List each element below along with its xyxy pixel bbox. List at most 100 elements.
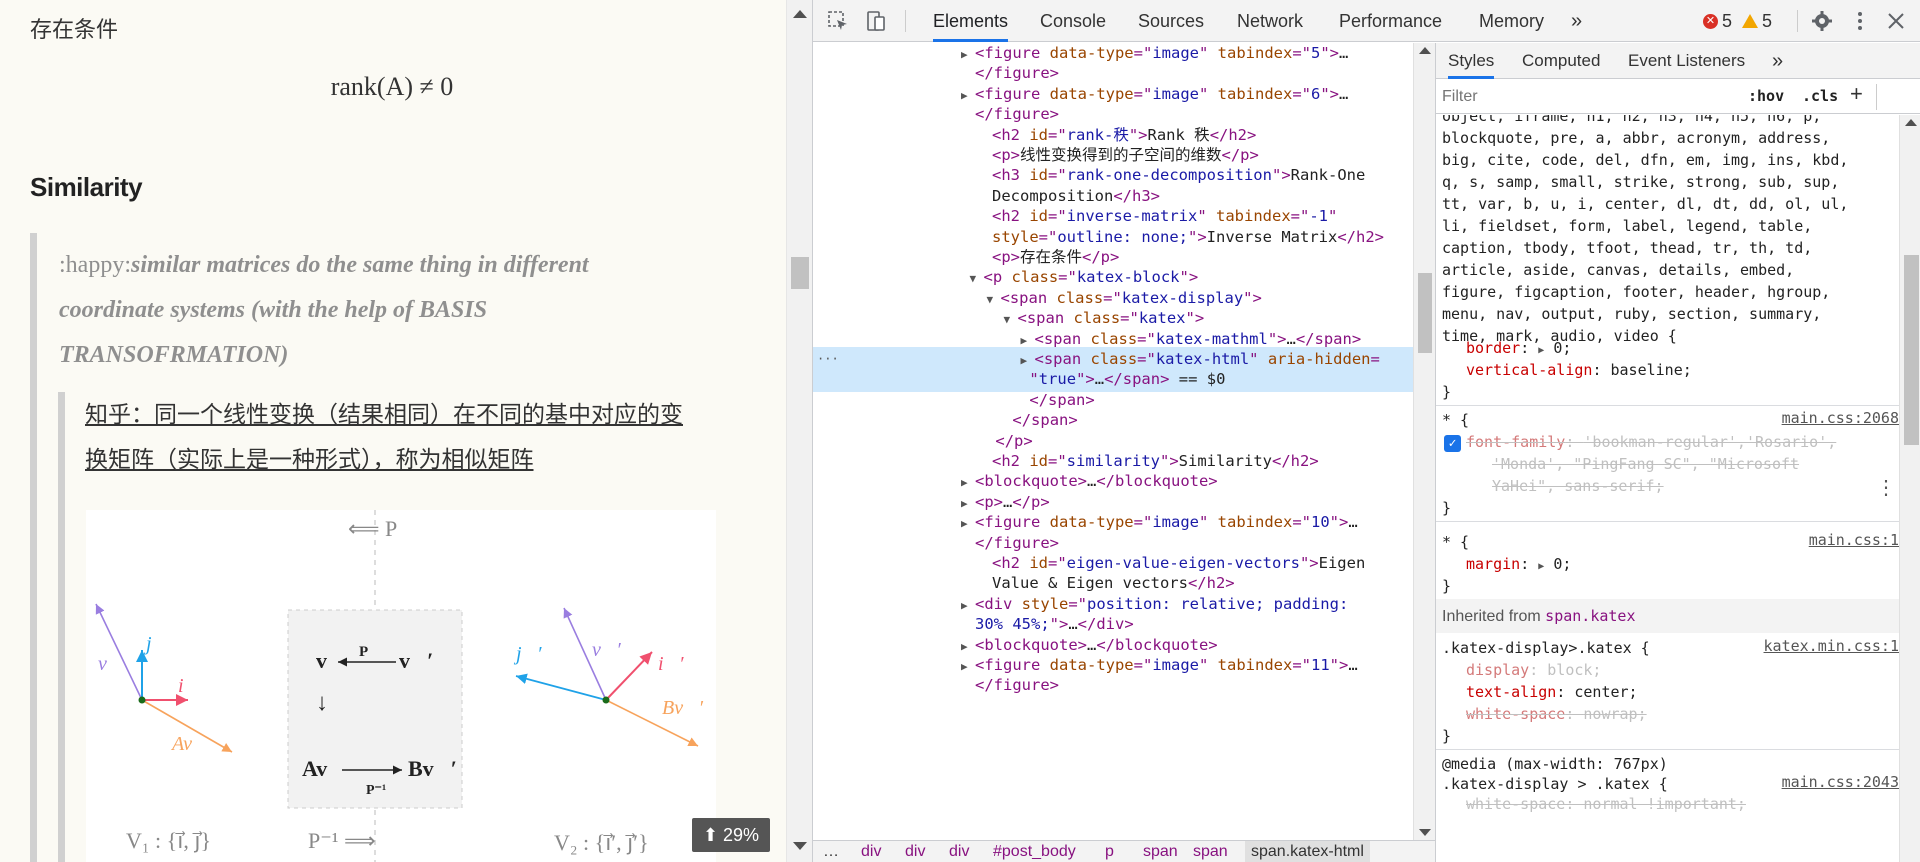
styles-scroll-thumb[interactable] [1904,255,1919,445]
prop-display[interactable]: display: block; [1466,659,1601,681]
tab-computed[interactable]: Computed [1522,43,1600,79]
dom-token-tag: <figure [975,84,1050,103]
source-link-katex[interactable]: katex.min.css:1 [1764,637,1899,655]
dom-token-txt: … [1348,513,1358,532]
styles-filter-input[interactable] [1442,84,1732,110]
page-scroll-thumb[interactable] [791,257,809,289]
scroll-down-arrow-icon[interactable] [1419,829,1431,836]
dom-token-tag: </figure> [975,64,1059,83]
elements-tree[interactable]: ▶ <figure data-type="image" tabindex="5">… [813,43,1413,840]
warning-count: 5 [1762,10,1773,31]
elements-scroll-thumb[interactable] [1418,273,1432,353]
kebab-menu-icon[interactable] [1849,10,1871,32]
breadcrumb-item[interactable]: div [949,841,969,862]
reset-selector-line: li, fieldset, form, label, legend, table… [1442,217,1813,235]
breadcrumb-item[interactable]: #post_body [993,841,1076,862]
tab-event-listeners[interactable]: Event Listeners [1628,43,1745,79]
scroll-percent-button[interactable]: ⬆ 29% [692,818,770,852]
dom-token-tag: </div> [1077,615,1134,634]
prop-text-align[interactable]: text-align: center; [1466,681,1638,703]
dom-token-tag: =" [1137,350,1156,368]
source-link-main-2068[interactable]: main.css:2068 [1782,409,1899,427]
dom-token-tag: =" [1120,309,1139,328]
property-checkbox[interactable]: ✓ [1444,435,1461,452]
reset-selector-line: q, s, samp, small, strike, strong, sub, … [1442,173,1840,191]
dom-token-tag: </blockquote> [1096,472,1218,491]
page-scrollbar[interactable] [786,0,812,862]
dom-token-tag: </span> [1295,329,1362,348]
styles-pane: Styles Computed Event Listeners » :hov .… [1435,43,1920,862]
breadcrumb-item[interactable]: span.katex-html [1245,841,1370,862]
tab-styles[interactable]: Styles [1448,43,1495,79]
prop-white-space-2[interactable]: white-space: normal !important; [1466,793,1746,815]
source-link-main-1[interactable]: main.css:1 [1809,531,1899,549]
close-icon[interactable] [1885,10,1907,32]
prop-border[interactable]: border: ▶ 0; [1466,337,1571,359]
inherited-element-link[interactable]: span.katex [1545,607,1635,625]
inspect-element-icon[interactable] [827,10,849,32]
source-link-main-2043[interactable]: main.css:2043 [1782,773,1899,791]
breadcrumb-item[interactable]: span [1143,841,1178,862]
cls-toggle[interactable]: .cls [1802,87,1838,105]
dom-token-tag: =" [1048,125,1067,144]
prop-font-family[interactable]: font-family: 'bookman-regular','Rosario'… [1466,431,1836,453]
prop-vertical-align[interactable]: vertical-align: baseline; [1466,359,1692,381]
elements-scrollbar[interactable] [1413,43,1435,840]
breadcrumb-item[interactable]: … [823,841,839,862]
reset-selector-line: menu, nav, output, ruby, section, summar… [1442,305,1822,323]
arrow-up-icon: ⬆ [702,824,719,845]
dom-token-val: outline: none; [1057,227,1188,246]
dom-token-tag: " [1199,656,1218,674]
gear-icon[interactable] [1811,10,1833,32]
tab-elements[interactable]: Elements [933,0,1009,42]
dom-token-txt: Value & Eigen vectors [992,574,1188,593]
zhihu-quote-link[interactable]: 知乎：同一个线性变换（结果相同）在不同的基中对应的变换矩阵（实际上是一种形式），… [85,392,705,482]
scroll-up-arrow-icon[interactable] [1905,119,1917,126]
more-tabs-button[interactable]: » [1571,0,1582,42]
styles-scrollbar[interactable] [1899,115,1920,862]
tab-memory[interactable]: Memory [1479,0,1544,42]
box-Bvp: Bv⃗′ [408,756,457,781]
box-Pinv: P⁻¹ [366,783,386,798]
dom-token-txt: … [1348,656,1358,674]
rule-menu-icon[interactable]: ⋮ [1876,475,1896,499]
dom-token-tag: " [1197,207,1216,226]
tab-network[interactable]: Network [1237,0,1303,42]
device-toolbar-icon[interactable] [865,10,887,32]
dom-token-val: similarity [1066,452,1160,470]
dom-token-attr: tabindex [1217,656,1293,674]
reset-selector-line: tt, var, b, u, i, center, dl, dt, dd, ol… [1442,195,1849,213]
tab-performance[interactable]: Performance [1339,0,1442,42]
hov-toggle[interactable]: :hov [1748,87,1784,105]
dom-token-txt: … [1286,329,1296,348]
dom-token-val: 6 [1311,84,1321,103]
dom-token-attr: aria-hidden [1267,350,1371,368]
breadcrumb-item[interactable]: div [861,841,881,862]
styles-more-tabs[interactable]: » [1772,43,1783,79]
dom-token-val: katex-block [1076,268,1180,287]
dom-token-tag: <span [1034,329,1091,348]
dom-token-attr: class [1073,309,1121,328]
scroll-up-arrow-icon[interactable] [793,10,807,18]
dom-node-line[interactable]: </figure> [813,673,1413,698]
breadcrumb-item[interactable]: p [1105,841,1114,862]
scroll-down-arrow-icon[interactable] [793,842,807,850]
dom-token-tag: =" [1137,329,1156,348]
prop-margin[interactable]: margin: ▶ 0; [1466,553,1571,575]
toolbar-divider-2 [1797,10,1798,32]
dom-token-tag: =" [1103,288,1122,307]
prop-white-space[interactable]: white-space: nowrap; [1466,703,1647,725]
add-rule-icon[interactable]: + [1850,81,1863,107]
dom-token-tag: "> [1128,125,1148,144]
breadcrumb-item[interactable]: div [905,841,925,862]
dom-token-tag: =" [1133,513,1153,532]
scroll-up-arrow-icon[interactable] [1419,47,1431,54]
dom-token-tag: " [1199,513,1218,532]
dom-token-tag: <p> [992,146,1020,164]
breadcrumb-item[interactable]: span [1193,841,1228,862]
dom-token-tag: <h2 [992,125,1030,144]
tab-console[interactable]: Console [1040,0,1106,42]
tab-sources[interactable]: Sources [1138,0,1204,42]
left-basis-label: V₁ : {i⃗, j⃗} [126,828,211,853]
error-counter[interactable]: ✕ 5 5 [1703,11,1772,31]
